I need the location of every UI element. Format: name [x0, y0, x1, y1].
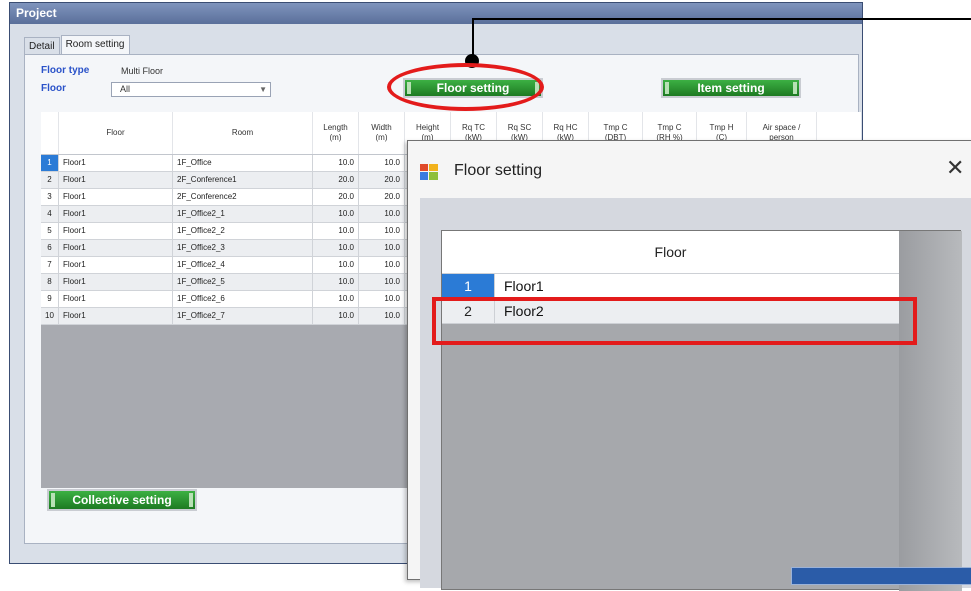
row-index: 6 — [41, 240, 59, 256]
header-floor[interactable]: Floor — [59, 112, 173, 154]
row-floor[interactable]: Floor1 — [59, 240, 173, 256]
row-room[interactable]: 1F_Office2_6 — [173, 291, 313, 307]
row-floor[interactable]: Floor1 — [59, 308, 173, 324]
dialog-title: Floor setting — [454, 162, 543, 179]
callout-line — [472, 18, 971, 20]
row-floor[interactable]: Floor1 — [59, 206, 173, 222]
row-index: 7 — [41, 257, 59, 273]
floor-grid: Floor 1 Floor1 2 Floor2 — [441, 230, 962, 591]
row-length[interactable]: 10.0 — [313, 223, 359, 239]
row-index: 2 — [41, 172, 59, 188]
floor-grid-header[interactable]: Floor — [442, 231, 899, 274]
row-width[interactable]: 10.0 — [359, 291, 405, 307]
row-floor[interactable]: Floor1 — [59, 291, 173, 307]
row-index: 1 — [41, 155, 59, 171]
row-width[interactable]: 10.0 — [359, 206, 405, 222]
row-index: 1 — [442, 274, 494, 298]
row-room[interactable]: 1F_Office2_3 — [173, 240, 313, 256]
row-length[interactable]: 10.0 — [313, 155, 359, 171]
row-floor[interactable]: Floor1 — [59, 223, 173, 239]
row-room[interactable]: 1F_Office2_2 — [173, 223, 313, 239]
callout-line — [472, 19, 474, 59]
chevron-down-icon: ▼ — [259, 85, 267, 94]
row-floor[interactable]: Floor1 — [59, 155, 173, 171]
row-index: 9 — [41, 291, 59, 307]
row-width[interactable]: 10.0 — [359, 257, 405, 273]
header-length[interactable]: Length (m) — [313, 112, 359, 154]
row-width[interactable]: 10.0 — [359, 223, 405, 239]
floor-select[interactable]: All ▼ — [111, 82, 271, 97]
row-index: 8 — [41, 274, 59, 290]
row-width[interactable]: 10.0 — [359, 308, 405, 324]
highlight-ellipse — [387, 63, 544, 111]
row-index: 5 — [41, 223, 59, 239]
list-item[interactable]: 1 Floor1 — [442, 274, 899, 299]
row-length[interactable]: 10.0 — [313, 257, 359, 273]
tab-bar: Detail Room setting — [24, 35, 131, 55]
close-icon[interactable]: ✕ — [946, 155, 964, 181]
row-length[interactable]: 20.0 — [313, 189, 359, 205]
header-index — [41, 112, 59, 154]
dialog-bottom-button[interactable] — [791, 567, 971, 585]
row-length[interactable]: 20.0 — [313, 172, 359, 188]
item-setting-button[interactable]: Item setting — [661, 78, 801, 98]
collective-setting-button[interactable]: Collective setting — [47, 489, 197, 511]
row-length[interactable]: 10.0 — [313, 274, 359, 290]
row-room[interactable]: 1F_Office2_4 — [173, 257, 313, 273]
row-room[interactable]: 2F_Conference2 — [173, 189, 313, 205]
floor-label: Floor — [41, 83, 66, 94]
grid-empty-area — [899, 231, 962, 591]
row-length[interactable]: 10.0 — [313, 308, 359, 324]
dialog-body: Floor 1 Floor1 2 Floor2 — [420, 198, 971, 591]
row-width[interactable]: 10.0 — [359, 274, 405, 290]
row-width[interactable]: 10.0 — [359, 155, 405, 171]
window-icon — [420, 164, 438, 180]
row-floor[interactable]: Floor1 — [59, 274, 173, 290]
row-width[interactable]: 20.0 — [359, 172, 405, 188]
row-room[interactable]: 1F_Office2_5 — [173, 274, 313, 290]
floor-setting-dialog: Floor setting ✕ Floor 1 Floor1 2 Floor2 — [407, 140, 971, 591]
row-index: 4 — [41, 206, 59, 222]
tab-room-setting[interactable]: Room setting — [60, 35, 130, 55]
floor-type-value: Multi Floor — [121, 66, 164, 76]
header-width[interactable]: Width (m) — [359, 112, 405, 154]
row-room[interactable]: 1F_Office — [173, 155, 313, 171]
cell-divider — [494, 274, 495, 298]
row-floor[interactable]: Floor1 — [59, 189, 173, 205]
row-index: 3 — [41, 189, 59, 205]
floor-type-label: Floor type — [41, 65, 90, 76]
header-room[interactable]: Room — [173, 112, 313, 154]
tab-detail[interactable]: Detail — [24, 37, 60, 55]
row-width[interactable]: 10.0 — [359, 240, 405, 256]
floor-name[interactable]: Floor1 — [504, 274, 544, 298]
row-length[interactable]: 10.0 — [313, 291, 359, 307]
row-length[interactable]: 10.0 — [313, 240, 359, 256]
highlight-rectangle — [432, 297, 917, 345]
floor-select-value: All — [120, 84, 131, 94]
row-length[interactable]: 10.0 — [313, 206, 359, 222]
row-width[interactable]: 20.0 — [359, 189, 405, 205]
row-room[interactable]: 2F_Conference1 — [173, 172, 313, 188]
project-window-title: Project — [10, 3, 862, 24]
row-room[interactable]: 1F_Office2_7 — [173, 308, 313, 324]
row-floor[interactable]: Floor1 — [59, 257, 173, 273]
row-room[interactable]: 1F_Office2_1 — [173, 206, 313, 222]
row-index: 10 — [41, 308, 59, 324]
row-floor[interactable]: Floor1 — [59, 172, 173, 188]
